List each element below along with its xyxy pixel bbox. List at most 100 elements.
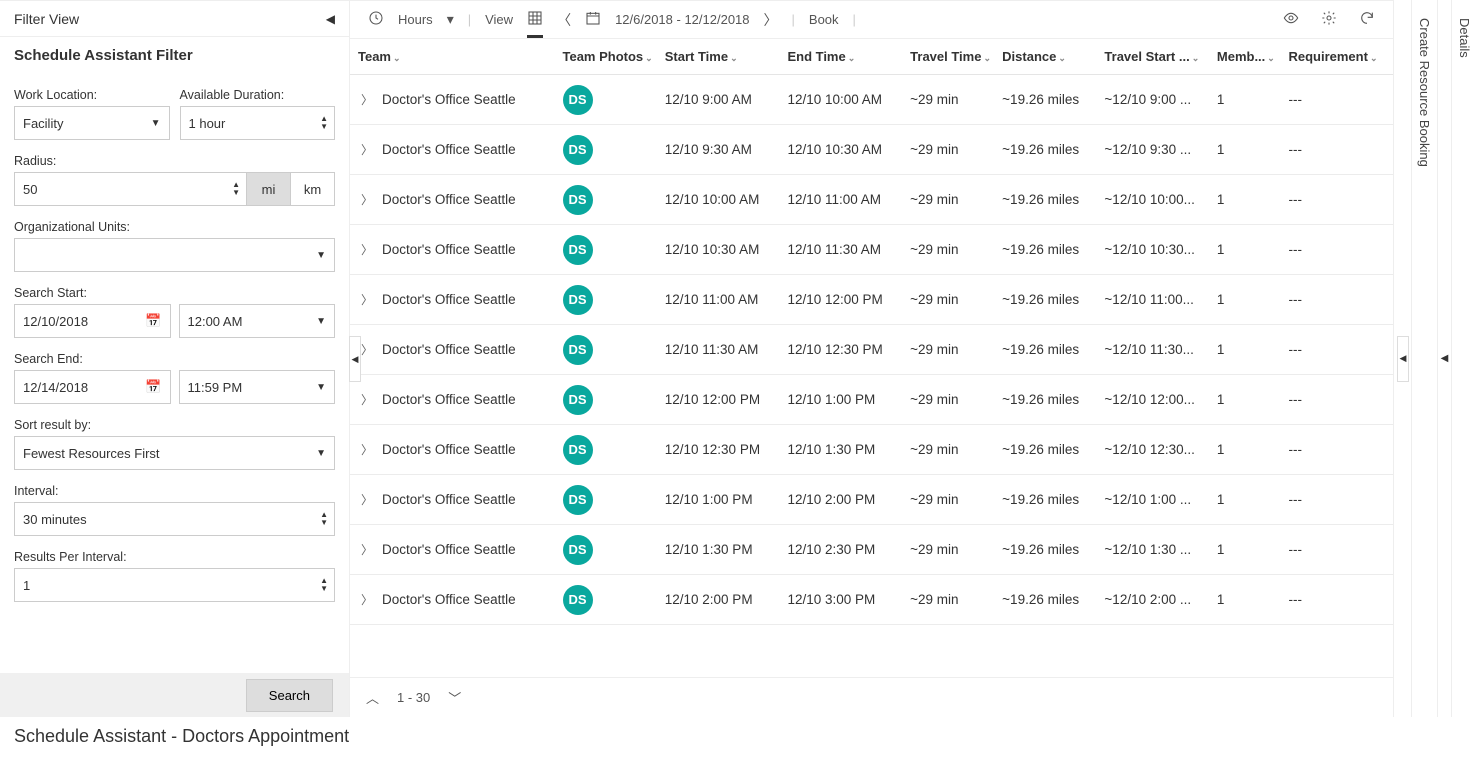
collapse-left-handle[interactable]: ◀ (349, 336, 361, 382)
avatar: DS (563, 485, 593, 515)
search-end-date[interactable]: 12/14/2018 📅 (14, 370, 171, 404)
col-team[interactable]: Team⌄ (350, 39, 555, 75)
rpi-stepper[interactable]: 1 ▲▼ (14, 568, 335, 602)
chevron-down-icon: ▼ (316, 316, 326, 327)
unit-mi-button[interactable]: mi (247, 172, 291, 206)
table-row[interactable]: 〉Doctor's Office SeattleDS12/10 1:30 PM1… (350, 525, 1393, 575)
eye-icon[interactable] (1283, 10, 1299, 29)
pager-range: 1 - 30 (397, 690, 430, 705)
available-duration-stepper[interactable]: 1 hour ▲▼ (180, 106, 336, 140)
collapse-up-icon[interactable]: ︿ (366, 688, 379, 707)
prev-range-button[interactable]: 〈 (557, 10, 571, 30)
spinner-icon[interactable]: ▲▼ (320, 115, 328, 131)
table-row[interactable]: 〉Doctor's Office SeattleDS12/10 11:00 AM… (350, 275, 1393, 325)
expand-down-icon[interactable]: ﹀ (448, 688, 461, 707)
search-end-label: Search End: (14, 352, 335, 366)
col-start[interactable]: Start Time⌄ (657, 39, 780, 75)
avatar: DS (563, 85, 593, 115)
grid-view-icon[interactable] (527, 10, 543, 38)
org-units-select[interactable]: ▼ (14, 238, 335, 272)
hours-dropdown[interactable]: Hours (398, 12, 433, 27)
create-booking-label: Create Resource Booking (1417, 18, 1432, 717)
table-row[interactable]: 〉Doctor's Office SeattleDS12/10 9:30 AM1… (350, 125, 1393, 175)
expand-row-icon[interactable]: 〉 (358, 191, 376, 208)
col-members[interactable]: Memb...⌄ (1209, 39, 1281, 75)
chevron-down-icon[interactable]: ▾ (447, 11, 454, 28)
book-button[interactable]: Book (809, 12, 839, 27)
expand-row-icon[interactable]: 〉 (358, 541, 376, 558)
expand-row-icon[interactable]: 〉 (358, 291, 376, 308)
spinner-icon[interactable]: ▲▼ (232, 181, 240, 197)
table-row[interactable]: 〉Doctor's Office SeattleDS12/10 11:30 AM… (350, 325, 1393, 375)
spinner-icon[interactable]: ▲▼ (320, 511, 328, 527)
unit-km-button[interactable]: km (291, 172, 335, 206)
board-toolbar: Hours ▾ | View 〈 12/6/2018 - 12/12/2018 … (350, 1, 1393, 39)
calendar-icon[interactable]: 📅 (145, 379, 161, 395)
work-location-label: Work Location: (14, 88, 170, 102)
radius-label: Radius: (14, 154, 335, 168)
avatar: DS (563, 285, 593, 315)
search-end-time[interactable]: 11:59 PM ▼ (179, 370, 336, 404)
col-end[interactable]: End Time⌄ (779, 39, 902, 75)
search-start-label: Search Start: (14, 286, 335, 300)
spinner-icon[interactable]: ▲▼ (320, 577, 328, 593)
expand-row-icon[interactable]: 〉 (358, 91, 376, 108)
clock-icon (368, 10, 384, 29)
calendar-icon[interactable]: 📅 (145, 313, 161, 329)
col-photos[interactable]: Team Photos⌄ (555, 39, 657, 75)
col-distance[interactable]: Distance⌄ (994, 39, 1096, 75)
radius-input[interactable]: 50 ▲▼ (14, 172, 247, 206)
pager: ︿ 1 - 30 ﹀ (350, 677, 1393, 717)
details-panel[interactable]: Details (1451, 0, 1477, 717)
filter-subheader: Schedule Assistant Filter (0, 37, 349, 70)
sort-select[interactable]: Fewest Resources First ▼ (14, 436, 335, 470)
filter-view-title: Filter View (14, 1, 79, 37)
expand-row-icon[interactable]: 〉 (358, 491, 376, 508)
date-range[interactable]: 12/6/2018 - 12/12/2018 (615, 12, 749, 27)
available-duration-label: Available Duration: (180, 88, 336, 102)
expand-row-icon[interactable]: 〉 (358, 591, 376, 608)
search-start-date[interactable]: 12/10/2018 📅 (14, 304, 171, 338)
avatar: DS (563, 135, 593, 165)
table-row[interactable]: 〉Doctor's Office SeattleDS12/10 1:00 PM1… (350, 475, 1393, 525)
next-range-button[interactable]: 〉 (764, 10, 778, 30)
expand-row-icon[interactable]: 〉 (358, 141, 376, 158)
interval-stepper[interactable]: 30 minutes ▲▼ (14, 502, 335, 536)
refresh-icon[interactable] (1359, 10, 1375, 29)
search-start-time[interactable]: 12:00 AM ▼ (179, 304, 336, 338)
right-collapse-rail: ◀ (1393, 0, 1411, 717)
gear-icon[interactable] (1321, 10, 1337, 29)
details-label: Details (1457, 18, 1472, 717)
col-requirement[interactable]: Requirement⌄ (1280, 39, 1393, 75)
expand-row-icon[interactable]: 〉 (358, 441, 376, 458)
calendar-icon[interactable] (585, 10, 601, 29)
table-row[interactable]: 〉Doctor's Office SeattleDS12/10 10:00 AM… (350, 175, 1393, 225)
table-row[interactable]: 〉Doctor's Office SeattleDS12/10 10:30 AM… (350, 225, 1393, 275)
schedule-board: ◀ Hours ▾ | View 〈 12/6/2018 - 12/12/201… (350, 0, 1393, 717)
results-grid: Team⌄ Team Photos⌄ Start Time⌄ End Time⌄… (350, 39, 1393, 625)
table-row[interactable]: 〉Doctor's Office SeattleDS12/10 9:00 AM1… (350, 75, 1393, 125)
col-travel-start[interactable]: Travel Start ...⌄ (1096, 39, 1208, 75)
table-row[interactable]: 〉Doctor's Office SeattleDS12/10 2:00 PM1… (350, 575, 1393, 625)
collapse-far-right-handle[interactable]: ◀ (1437, 0, 1451, 717)
rpi-label: Results Per Interval: (14, 550, 335, 564)
table-row[interactable]: 〉Doctor's Office SeattleDS12/10 12:00 PM… (350, 375, 1393, 425)
avatar: DS (563, 185, 593, 215)
work-location-select[interactable]: Facility ▼ (14, 106, 170, 140)
collapse-right-handle[interactable]: ◀ (1397, 336, 1409, 382)
search-button[interactable]: Search (246, 679, 333, 712)
col-travel[interactable]: Travel Time⌄ (902, 39, 994, 75)
avatar: DS (563, 435, 593, 465)
chevron-down-icon: ▼ (316, 448, 326, 459)
avatar: DS (563, 335, 593, 365)
create-booking-panel[interactable]: Create Resource Booking (1411, 0, 1437, 717)
view-label: View (485, 12, 513, 27)
sort-label: Sort result by: (14, 418, 335, 432)
expand-row-icon[interactable]: 〉 (358, 391, 376, 408)
org-units-label: Organizational Units: (14, 220, 335, 234)
expand-row-icon[interactable]: 〉 (358, 241, 376, 258)
table-row[interactable]: 〉Doctor's Office SeattleDS12/10 12:30 PM… (350, 425, 1393, 475)
filter-view-header[interactable]: Filter View ◀ (0, 1, 349, 37)
chevron-left-icon[interactable]: ◀ (326, 1, 335, 37)
filter-panel: Filter View ◀ Schedule Assistant Filter … (0, 0, 350, 717)
